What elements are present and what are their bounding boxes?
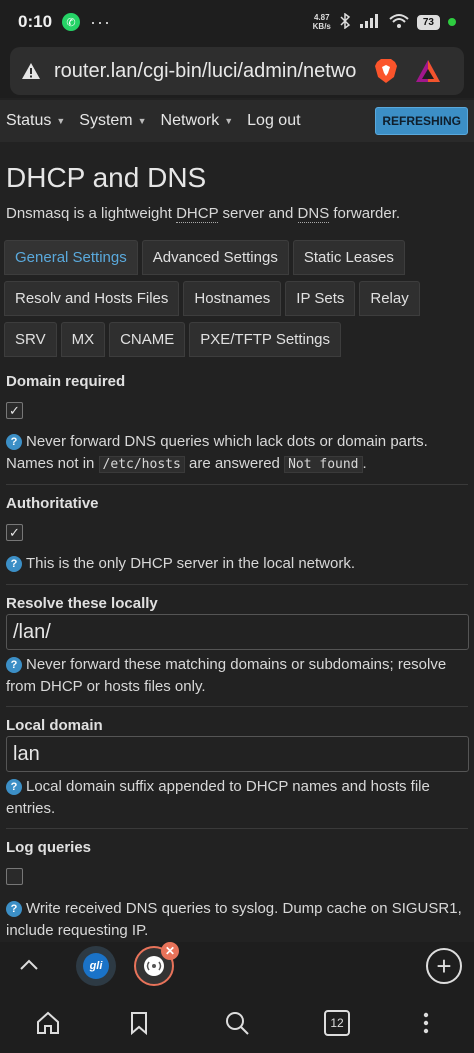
local-domain-label: Local domain [6,717,103,734]
nav-network[interactable]: Network ▼ [161,112,234,130]
tab-advanced-settings[interactable]: Advanced Settings [141,240,289,275]
log-queries-help: ? Write received DNS queries to syslog. D… [6,900,462,939]
more-notifications-icon: ··· [90,11,112,32]
more-menu-icon[interactable] [413,1010,439,1036]
nav-logout[interactable]: Log out [247,112,300,130]
tab-row-1: General Settings Advanced Settings Stati… [4,240,405,275]
resolve-locally-input[interactable]: /lan/ [6,614,469,650]
whatsapp-icon: ✆ [62,13,81,31]
brave-shields-icon[interactable] [372,57,400,85]
resolve-locally-label: Resolve these locally [6,595,158,612]
network-speed: 4.87 KB/s [312,13,331,31]
help-icon: ? [6,779,22,795]
tab-relay[interactable]: Relay [359,281,420,316]
tab-row-2: Resolv and Hosts Files Hostnames IP Sets… [4,281,420,316]
tab-row-3: SRV MX CNAME PXE/TFTP Settings [4,322,342,357]
warning-icon[interactable] [20,60,42,82]
tab-general-settings[interactable]: General Settings [4,240,138,275]
authoritative-checkbox[interactable]: ✓ [6,524,23,541]
tab-cname[interactable]: CNAME [109,322,186,357]
tab-ip-sets[interactable]: IP Sets [285,281,356,316]
caret-down-icon: ▼ [224,116,234,126]
divider [6,584,468,585]
browser-tab-strip: gli ✕ + [0,942,474,992]
help-icon: ? [6,434,22,450]
tab-gli-favicon[interactable]: gli [76,946,116,986]
url-text[interactable]: router.lan/cgi-bin/luci/admin/netwo [54,60,364,83]
refreshing-button[interactable]: REFRESHING [375,107,468,135]
help-icon: ? [6,556,22,572]
tab-resolv-hosts[interactable]: Resolv and Hosts Files [4,281,180,316]
divider [6,484,468,485]
page-content: DHCP and DNS Dnsmasq is a lightweight DH… [0,142,474,942]
divider [6,828,468,829]
checkmark-icon: ✓ [9,402,20,418]
address-bar[interactable]: router.lan/cgi-bin/luci/admin/netwo [10,47,464,95]
authoritative-help: ? This is the only DHCP server in the loc… [6,553,468,575]
signal-icon [359,13,381,32]
caret-down-icon: ▼ [137,116,147,126]
tab-hostnames[interactable]: Hostnames [183,281,282,316]
help-icon: ? [6,657,22,673]
page-title: DHCP and DNS [6,162,207,193]
bluetooth-icon [339,12,351,32]
home-icon[interactable] [35,1010,61,1036]
tab-count-icon[interactable]: 12 [324,1010,350,1036]
page-description: Dnsmasq is a lightweight DHCP server and… [6,205,401,223]
wifi-icon [389,13,409,32]
divider [6,706,468,707]
local-domain-input[interactable]: lan [6,736,469,772]
local-domain-help: ? Local domain suffix appended to DHCP na… [6,778,430,817]
tab-srv[interactable]: SRV [4,322,57,357]
nav-system[interactable]: System ▼ [79,112,146,130]
luci-menu-bar: Status ▼ System ▼ Network ▼ Log out REFRESH… [0,100,474,142]
chevron-up-icon[interactable] [18,954,40,976]
search-icon[interactable] [224,1010,250,1036]
caret-down-icon: ▼ [56,116,66,126]
close-tab-icon[interactable]: ✕ [161,942,179,960]
resolve-locally-help: ? Never forward these matching domains or… [6,656,447,695]
tab-mx[interactable]: MX [60,322,106,357]
authoritative-label: Authoritative [6,495,99,512]
domain-required-checkbox[interactable]: ✓ [6,402,23,419]
status-bar: 0:10 ✆ ··· 4.87 KB/s 73 [0,0,474,44]
log-queries-checkbox[interactable] [6,868,23,885]
bookmark-icon[interactable] [126,1010,152,1036]
battery-icon: 73 [416,14,440,30]
log-queries-label: Log queries [6,839,92,856]
domain-required-label: Domain required [6,373,126,390]
brave-rewards-icon[interactable] [414,57,442,85]
new-tab-icon[interactable]: + [426,948,462,984]
nav-status[interactable]: Status ▼ [6,112,65,130]
privacy-indicator-dot [448,18,456,26]
help-icon: ? [6,901,22,917]
domain-required-help: ? Never forward DNS queries which lack do… [6,433,428,473]
checkmark-icon: ✓ [9,524,20,540]
tab-pxe-tftp[interactable]: PXE/TFTP Settings [189,322,342,357]
browser-bottom-toolbar: 12 [0,992,474,1053]
clock: 0:10 [18,12,53,31]
browser-toolbar: router.lan/cgi-bin/luci/admin/netwo [0,44,474,98]
tab-static-leases[interactable]: Static Leases [292,240,405,275]
